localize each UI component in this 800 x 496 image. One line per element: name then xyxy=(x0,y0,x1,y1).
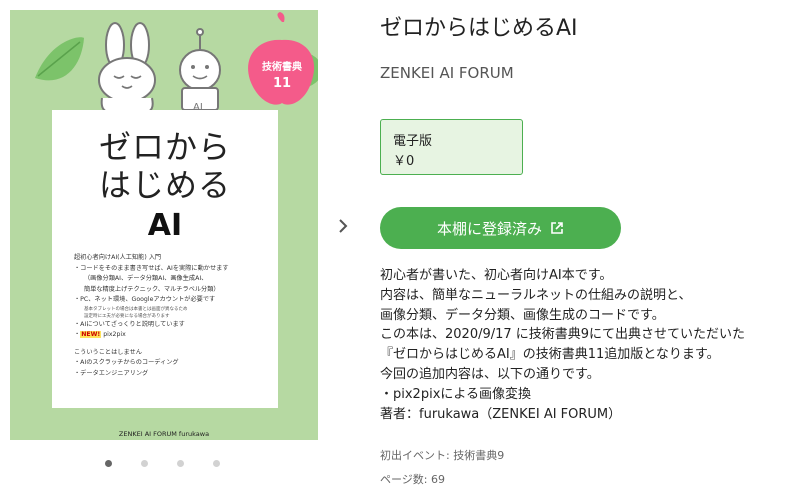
cover-footer: ZENKEI AI FORUM furukawa xyxy=(118,430,210,438)
edition-price-option[interactable]: 電子版 ￥0 xyxy=(380,119,523,175)
cover-title-ai: AI xyxy=(147,208,183,243)
first-event-info: 初出イベント: 技術書典9 xyxy=(380,449,505,462)
cover-paper: ゼロから はじめる AI 超初心者向けAI(人工知能) 入門 ・コードをそのまま… xyxy=(52,110,278,408)
edition-label: 電子版 xyxy=(393,134,433,149)
bookshelf-button-label: 本棚に登録済み xyxy=(436,219,542,238)
page-count: ページ数: 69 xyxy=(380,473,445,486)
carousel-dot-3[interactable] xyxy=(177,460,184,467)
cover-title: ゼロから はじめる xyxy=(98,128,231,204)
robot-illustration xyxy=(179,28,221,111)
carousel-dot-2[interactable] xyxy=(141,460,148,467)
bookshelf-registered-button[interactable]: 本棚に登録済み xyxy=(380,207,621,249)
next-image-chevron-icon[interactable] xyxy=(336,216,350,236)
price-value: ￥0 xyxy=(393,154,415,169)
book-description: 初心者が書いた、初心者向けAI本です。 内容は、簡単なニューラルネットの仕組みの… xyxy=(380,268,746,422)
new-badge: NEW! xyxy=(80,331,102,338)
carousel-dot-4[interactable] xyxy=(213,460,220,467)
rabbit-illustration xyxy=(98,22,156,113)
external-link-icon xyxy=(550,221,564,235)
publisher-link[interactable]: ZENKEI AI FORUM xyxy=(380,64,514,82)
event-badge: 技術書典 11 xyxy=(262,62,302,91)
cover-contents: 超初心者向けAI(人工知能) 入門 ・コードをそのまま書き写せば、AIを実際に動… xyxy=(74,254,229,377)
book-cover-image[interactable]: 技術書典 11 AI ゼロから はじめる AI 超初心者向けAI(人工知能) 入… xyxy=(10,10,318,440)
book-title: ゼロからはじめるAI xyxy=(380,16,578,41)
carousel-dot-1[interactable] xyxy=(105,460,112,467)
